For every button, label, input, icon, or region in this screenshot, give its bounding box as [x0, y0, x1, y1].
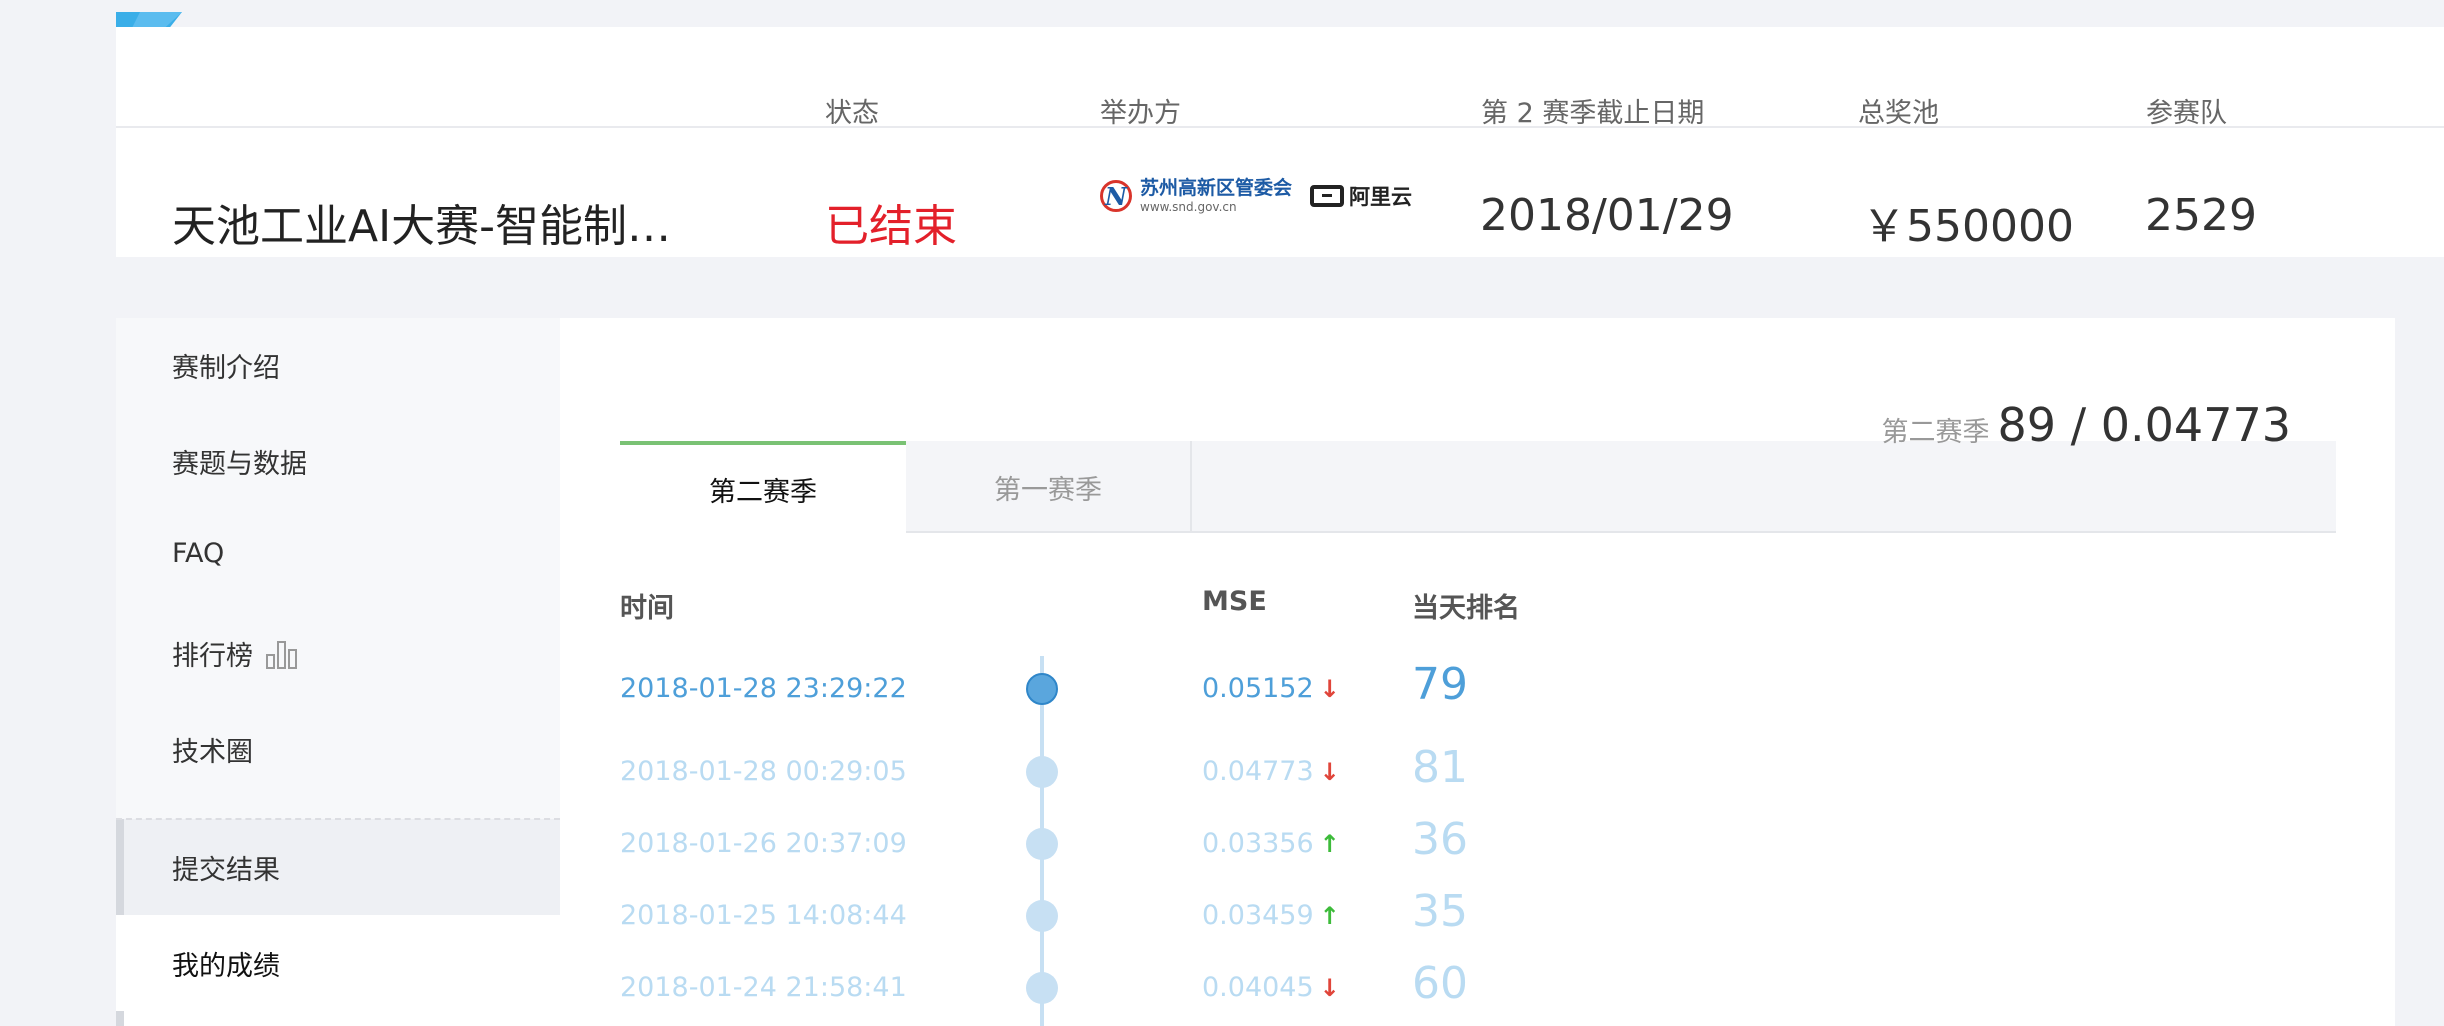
sidebar-item-faq[interactable]: FAQ: [172, 538, 224, 569]
column-header-time: 时间: [620, 593, 674, 624]
tab-season-2[interactable]: 第二赛季: [620, 441, 906, 533]
row-time: 2018-01-25 14:08:44: [620, 900, 907, 931]
score-row: 2018-01-28 00:29:05 0.04773 ↓ 81: [560, 736, 2395, 808]
row-time: 2018-01-24 21:58:41: [620, 972, 907, 1003]
organizer-label: 举办方: [1100, 98, 1181, 129]
row-rank: 35: [1412, 886, 1468, 937]
competition-title[interactable]: 天池工业AI大赛-智能制…: [172, 190, 671, 254]
season-tabs: 第二赛季 第一赛季: [620, 441, 2336, 533]
timeline-dot: [1026, 828, 1058, 860]
sidebar-item-label: 提交结果: [172, 855, 280, 886]
status-value: 已结束: [825, 201, 957, 252]
row-time: 2018-01-28 00:29:05: [620, 756, 907, 787]
prize-value: ￥550000: [1862, 201, 2074, 252]
row-mse: 0.03356 ↑: [1202, 828, 1340, 859]
sidebar-item-label: 赛制介绍: [172, 353, 280, 384]
score-row: 2018-01-24 21:58:41 0.04045 ↓ 60: [560, 952, 2395, 1024]
teams-value: 2529: [2145, 190, 2257, 241]
row-mse-value: 0.05152: [1202, 673, 1314, 704]
season-score-label: 第二赛季: [1881, 417, 1990, 448]
snd-logo: N 苏州高新区管委会 www.snd.gov.cn: [1100, 179, 1292, 213]
sidebar-item-forum[interactable]: 技术圈: [172, 730, 253, 769]
sidebar-item-data[interactable]: 赛题与数据: [172, 442, 307, 481]
status-label: 状态: [825, 98, 879, 129]
prize-label: 总奖池: [1858, 98, 1939, 129]
arrow-down-icon: ↓: [1319, 973, 1340, 1002]
timeline-dot: [1026, 900, 1058, 932]
score-row: 2018-01-26 20:37:09 0.03356 ↑ 36: [560, 808, 2395, 880]
deadline-value: 2018/01/29: [1480, 190, 1734, 241]
arrow-up-icon: ↑: [1319, 901, 1340, 930]
teams-label: 参赛队: [2146, 98, 2227, 129]
row-mse: 0.04773 ↓: [1202, 756, 1340, 787]
arrow-up-icon: ↑: [1319, 829, 1340, 858]
sidebar-item-leaderboard[interactable]: 排行榜: [172, 634, 299, 673]
row-mse-value: 0.04773: [1202, 756, 1314, 787]
sidebar-divider: [116, 818, 560, 820]
sidebar-item-label: 我的成绩: [172, 951, 280, 982]
row-rank: 81: [1412, 742, 1468, 793]
row-time: 2018-01-28 23:29:22: [620, 673, 907, 704]
sidebar-item-rules[interactable]: 赛制介绍: [172, 346, 280, 385]
sidebar: 赛制介绍 赛题与数据 FAQ 排行榜 技术圈 提交结果 我的成绩: [116, 318, 560, 1026]
score-row: 2018-01-25 14:08:44 0.03459 ↑ 35: [560, 880, 2395, 952]
aliyun-name: 阿里云: [1349, 185, 1413, 209]
header-divider: [116, 126, 2444, 128]
sidebar-item-label: 技术圈: [172, 737, 253, 768]
row-rank: 60: [1412, 958, 1468, 1009]
row-mse-value: 0.04045: [1202, 972, 1314, 1003]
row-mse-value: 0.03459: [1202, 900, 1314, 931]
row-mse: 0.05152 ↓: [1202, 673, 1340, 704]
score-row: 2018-01-28 23:29:22 0.05152 ↓ 79: [560, 653, 2395, 725]
tab-season-1[interactable]: 第一赛季: [906, 441, 1192, 533]
timeline-dot: [1026, 972, 1058, 1004]
season-score-value: 89 / 0.04773: [1997, 398, 2292, 452]
arrow-down-icon: ↓: [1319, 674, 1340, 703]
sidebar-item-my-scores[interactable]: 我的成绩: [172, 944, 280, 983]
competition-header: 状态 举办方 第 2 赛季截止日期 总奖池 参赛队 天池工业AI大赛-智能制… …: [116, 27, 2444, 257]
season-score: 第二赛季 89 / 0.04773: [1882, 398, 2292, 452]
snd-mark-icon: N: [1100, 180, 1132, 212]
sidebar-item-label: 排行榜: [172, 641, 253, 672]
deadline-label: 第 2 赛季截止日期: [1481, 98, 1705, 129]
row-time: 2018-01-26 20:37:09: [620, 828, 907, 859]
sidebar-mine-indicator: [116, 1011, 124, 1026]
row-mse: 0.03459 ↑: [1202, 900, 1340, 931]
column-header-mse: MSE: [1202, 586, 1267, 617]
timeline-dot-current: [1026, 673, 1058, 705]
bar-chart-icon: [266, 640, 297, 669]
row-rank: 36: [1412, 814, 1468, 865]
row-rank: 79: [1412, 659, 1468, 710]
main-content: 第二赛季 第一赛季 第二赛季 89 / 0.04773 时间 MSE 当天排名 …: [560, 318, 2395, 1026]
sidebar-item-label: 赛题与数据: [172, 449, 307, 480]
snd-url: www.snd.gov.cn: [1140, 200, 1237, 214]
organizer-logos: N 苏州高新区管委会 www.snd.gov.cn 阿里云: [1100, 176, 1412, 216]
row-mse: 0.04045 ↓: [1202, 972, 1340, 1003]
sidebar-item-submit[interactable]: 提交结果: [172, 848, 280, 887]
sidebar-active-indicator: [116, 819, 124, 915]
column-header-rank: 当天排名: [1412, 593, 1520, 624]
sidebar-item-label: FAQ: [172, 538, 225, 569]
arrow-down-icon: ↓: [1319, 757, 1340, 786]
aliyun-mark-icon: [1310, 185, 1345, 207]
aliyun-logo: 阿里云: [1310, 181, 1412, 211]
row-mse-value: 0.03356: [1202, 828, 1314, 859]
snd-name: 苏州高新区管委会: [1140, 177, 1293, 199]
timeline-dot: [1026, 756, 1058, 788]
